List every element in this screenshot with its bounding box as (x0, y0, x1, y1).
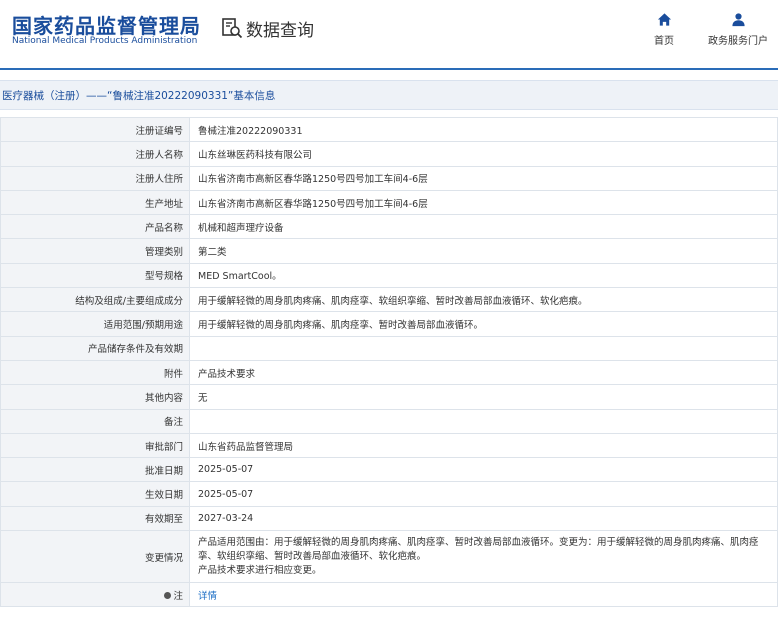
change-label: 变更情况 (0, 530, 190, 584)
row-value: 2027-03-24 (189, 505, 778, 532)
data-query-title: 数据查询 (221, 17, 314, 41)
row-value (189, 408, 778, 434)
table-row: 备注 (0, 408, 778, 434)
row-value (189, 335, 778, 361)
row-value: 山东省济南市高新区春华路1250号四号加工车间4-6层 (189, 165, 778, 191)
row-value: 用于缓解轻微的周身肌肉疼痛、肌肉痉挛、软组织挛缩、暂时改善局部血液循环、软化疤痕… (189, 287, 778, 313)
user-icon (731, 13, 745, 27)
row-label: 批准日期 (0, 457, 190, 483)
row-label: 适用范围/预期用途 (0, 311, 190, 337)
row-label: 备注 (0, 408, 190, 434)
table-row: 注册人住所 山东省济南市高新区春华路1250号四号加工车间4-6层 (0, 165, 778, 191)
row-value: 第二类 (189, 238, 778, 264)
row-label: 结构及组成/主要组成成分 (0, 287, 190, 313)
row-label: 附件 (0, 359, 190, 386)
row-value: 山东省济南市高新区春华路1250号四号加工车间4-6层 (189, 189, 778, 216)
home-icon (657, 13, 671, 26)
table-row: 型号规格 MED SmartCool。 (0, 262, 778, 289)
nav-home-label: 首页 (654, 36, 674, 47)
table-row: 生产地址 山东省济南市高新区春华路1250号四号加工车间4-6层 (0, 189, 778, 216)
row-label: 产品名称 (0, 214, 190, 240)
note-icon (164, 591, 172, 599)
table-row: 产品储存条件及有效期 (0, 335, 778, 361)
section-title-bar: 医疗器械（注册）——“鲁械注准20222090331”基本信息 (0, 80, 778, 110)
header-divider (0, 68, 778, 70)
page-header: 国家药品监督管理局 National Medical Products Admi… (0, 0, 778, 68)
table-row: 有效期至 2027-03-24 (0, 505, 778, 532)
table-row: 结构及组成/主要组成成分 用于缓解轻微的周身肌肉疼痛、肌肉痉挛、软组织挛缩、暂时改… (0, 287, 778, 313)
row-label: 管理类别 (0, 238, 190, 264)
nav-portal-button[interactable]: 政务服务门户 (708, 12, 768, 47)
table-row: 注册人名称 山东丝琳医药科技有限公司 (0, 141, 778, 167)
row-label: 注册证编号 (0, 116, 190, 143)
row-label: 注册人名称 (0, 141, 190, 167)
row-value: 2025-05-07 (189, 457, 778, 483)
section-title: 医疗器械（注册）——“鲁械注准20222090331”基本信息 (2, 90, 276, 102)
note-label-cell: 注 (0, 582, 190, 608)
table-row: 批准日期 2025-05-07 (0, 457, 778, 483)
nav-home-button[interactable]: 首页 (654, 12, 674, 47)
row-value: MED SmartCool。 (189, 262, 778, 289)
row-label: 审批部门 (0, 432, 190, 459)
logo-title-cn: 国家药品监督管理局 (12, 14, 201, 38)
table-row: 适用范围/预期用途 用于缓解轻微的周身肌肉疼痛、肌肉痉挛、暂时改善局部血液循环。 (0, 311, 778, 337)
row-value: 机械和超声理疗设备 (189, 214, 778, 240)
row-label: 生产地址 (0, 189, 190, 216)
row-value: 产品技术要求 (189, 359, 778, 386)
row-label: 注册人住所 (0, 165, 190, 191)
logo-title-en: National Medical Products Administration (12, 36, 198, 46)
document-search-icon (222, 18, 243, 39)
row-label: 型号规格 (0, 262, 190, 289)
nav-portal-label: 政务服务门户 (708, 36, 768, 47)
row-label: 产品储存条件及有效期 (0, 335, 190, 361)
row-label: 生效日期 (0, 481, 190, 507)
note-label: 注 (173, 590, 183, 602)
row-value: 用于缓解轻微的周身肌肉疼痛、肌肉痉挛、暂时改善局部血液循环。 (189, 311, 778, 337)
table-row: 附件 产品技术要求 (0, 359, 778, 386)
note-row: 注 详情 (0, 582, 778, 608)
table-row: 产品名称 机械和超声理疗设备 (0, 214, 778, 240)
change-line-2: 产品技术要求进行相应变更。 (198, 564, 322, 576)
table-row: 管理类别 第二类 (0, 238, 778, 264)
change-line-1: 产品适用范围由：用于缓解轻微的周身肌肉疼痛、肌肉痉挛、暂时改善局部血液循环。变更… (198, 536, 759, 562)
row-label: 有效期至 (0, 505, 190, 532)
table-row: 注册证编号 鲁械注准20222090331 (0, 116, 778, 143)
detail-table: 注册证编号 鲁械注准20222090331 注册人名称 山东丝琳医药科技有限公司 注… (0, 116, 778, 608)
change-row: 变更情况 产品适用范围由：用于缓解轻微的周身肌肉疼痛、肌肉痉挛、暂时改善局部血液… (0, 530, 778, 584)
change-value: 产品适用范围由：用于缓解轻微的周身肌肉疼痛、肌肉痉挛、暂时改善局部血液循环。变更… (189, 530, 778, 584)
row-value: 无 (189, 384, 778, 410)
data-query-label: 数据查询 (246, 20, 314, 41)
table-row: 生效日期 2025-05-07 (0, 481, 778, 507)
row-label: 其他内容 (0, 384, 190, 410)
table-row: 其他内容无 (0, 384, 778, 410)
table-row: 审批部门 山东省药品监督管理局 (0, 432, 778, 459)
row-value: 山东丝琳医药科技有限公司 (189, 141, 778, 167)
note-value-cell: 详情 (189, 582, 778, 608)
row-value: 2025-05-07 (189, 481, 778, 507)
row-value: 鲁械注准20222090331 (189, 116, 778, 143)
details-link[interactable]: 详情 (198, 591, 217, 602)
row-value: 山东省药品监督管理局 (189, 432, 778, 459)
